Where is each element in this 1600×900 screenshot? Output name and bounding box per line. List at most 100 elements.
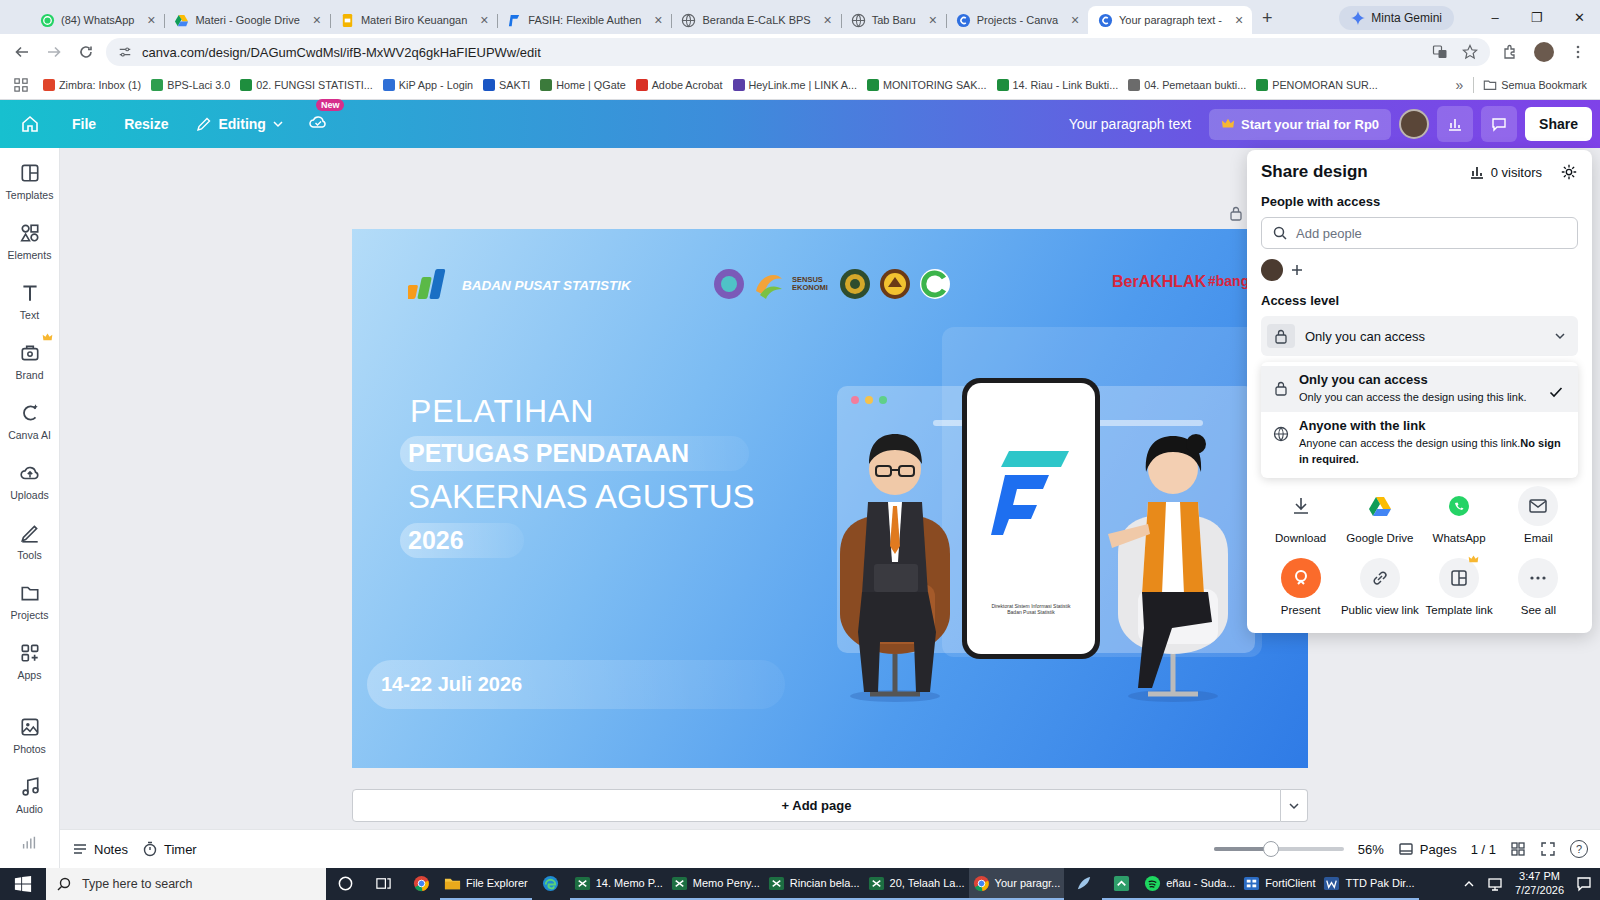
notes-button[interactable]: Notes bbox=[72, 841, 128, 857]
bookmark[interactable]: 14. Riau - Link Bukti... bbox=[992, 76, 1124, 94]
taskbar-app[interactable]: TTD Pak Dir... bbox=[1319, 868, 1418, 900]
access-option[interactable]: Anyone with the link Anyone can access t… bbox=[1261, 412, 1578, 474]
slide-title[interactable]: PETUGAS PENDATAANSAKERNAS AGUSTUS2026 bbox=[400, 436, 815, 558]
home-icon[interactable] bbox=[20, 114, 40, 134]
close-tab-button[interactable]: × bbox=[821, 12, 835, 28]
window-control-button[interactable]: – bbox=[1474, 0, 1516, 34]
trial-button[interactable]: Start your trial for Rp0 bbox=[1209, 109, 1391, 140]
taskbar-app[interactable]: FortiClient bbox=[1239, 868, 1319, 900]
menu-button[interactable]: File bbox=[62, 110, 106, 138]
browser-tab[interactable]: Beranda E-CaLK BPS × bbox=[671, 6, 840, 34]
network-icon[interactable] bbox=[1487, 876, 1503, 892]
bookmark[interactable]: BPS-Laci 3.0 bbox=[146, 76, 235, 94]
lock-icon[interactable] bbox=[1228, 205, 1244, 221]
reload-icon[interactable] bbox=[74, 40, 98, 64]
visitors-button[interactable]: 0 visitors bbox=[1469, 164, 1542, 180]
add-collaborator-button[interactable] bbox=[1287, 260, 1307, 280]
menu-button[interactable]: Resize bbox=[114, 110, 178, 138]
chevron-up-icon[interactable] bbox=[1463, 878, 1475, 890]
share-action[interactable]: Public view link bbox=[1340, 558, 1419, 618]
close-tab-button[interactable]: × bbox=[926, 12, 940, 28]
taskbar-search[interactable]: Type here to search bbox=[46, 868, 326, 900]
browser-tab[interactable]: Tab Baru × bbox=[841, 6, 946, 34]
bookmark[interactable]: KiP App - Login bbox=[378, 76, 478, 94]
design-slide[interactable]: BADAN PUSAT STATISTIK SENSUS EKONOMI Ber… bbox=[352, 229, 1308, 768]
bookmark-star-icon[interactable] bbox=[1462, 44, 1478, 60]
more-bookmarks-button[interactable]: » bbox=[1449, 77, 1469, 93]
close-tab-button[interactable]: × bbox=[1068, 12, 1082, 28]
profile-avatar[interactable] bbox=[1534, 42, 1554, 62]
browser-tab[interactable]: (84) WhatsApp × bbox=[30, 6, 164, 34]
taskbar-app[interactable] bbox=[364, 868, 402, 900]
insights-button[interactable] bbox=[1437, 106, 1473, 142]
sidebar-item[interactable]: Photos bbox=[0, 716, 60, 776]
clock[interactable]: 3:47 PM7/27/2026 bbox=[1515, 870, 1564, 898]
bookmark[interactable]: PENOMORAN SUR... bbox=[1251, 76, 1383, 94]
add-page-button[interactable]: + Add page bbox=[352, 789, 1281, 822]
gear-icon[interactable] bbox=[1560, 163, 1578, 181]
forward-arrow-icon[interactable] bbox=[42, 40, 66, 64]
add-people-field[interactable]: Add people bbox=[1261, 217, 1578, 249]
browser-tab[interactable]: Materi Biro Keuangan × bbox=[330, 6, 497, 34]
usage-chart-icon[interactable] bbox=[20, 834, 38, 852]
taskbar-app[interactable] bbox=[1064, 868, 1102, 900]
browser-tab[interactable]: Projects - Canva × bbox=[946, 6, 1088, 34]
close-tab-button[interactable]: × bbox=[144, 12, 158, 28]
notification-icon[interactable] bbox=[1576, 876, 1592, 892]
bookmark[interactable]: 04. Pemetaan bukti... bbox=[1123, 76, 1251, 94]
access-level-dropdown[interactable]: Only you can access bbox=[1261, 316, 1578, 356]
slide-kicker[interactable]: PELATIHAN bbox=[410, 393, 594, 430]
bookmark[interactable]: HeyLink.me | LINK A... bbox=[728, 76, 862, 94]
taskbar-app[interactable] bbox=[532, 868, 570, 900]
taskbar-app[interactable]: File Explorer bbox=[440, 868, 532, 900]
share-action[interactable]: WhatsApp bbox=[1420, 486, 1499, 546]
taskbar-app[interactable] bbox=[402, 868, 440, 900]
pages-button[interactable]: Pages bbox=[1398, 841, 1457, 857]
fullscreen-icon[interactable] bbox=[1540, 841, 1556, 857]
sidebar-item[interactable]: Tools bbox=[0, 522, 60, 582]
taskbar-app[interactable]: Rincian bela... bbox=[764, 868, 864, 900]
site-settings-icon[interactable] bbox=[118, 45, 132, 59]
close-tab-button[interactable]: × bbox=[310, 12, 324, 28]
share-action[interactable]: Download bbox=[1261, 486, 1340, 546]
title-line[interactable]: 2026 bbox=[400, 523, 524, 558]
close-tab-button[interactable]: × bbox=[651, 12, 665, 28]
help-button[interactable]: ? bbox=[1570, 840, 1588, 858]
bookmark[interactable]: Adobe Acrobat bbox=[631, 76, 728, 94]
all-bookmarks-button[interactable]: Semua Bookmark bbox=[1478, 75, 1592, 95]
taskbar-app[interactable]: eñau - Suda... bbox=[1140, 868, 1239, 900]
new-tab-button[interactable]: + bbox=[1252, 8, 1283, 34]
url-field[interactable]: canva.com/design/DAGumCwdMsl/ifB-MxWV2q6… bbox=[106, 38, 1490, 66]
bookmark[interactable]: SAKTI bbox=[478, 76, 535, 94]
back-arrow-icon[interactable] bbox=[10, 40, 34, 64]
apps-grid-icon[interactable] bbox=[8, 78, 34, 92]
document-title[interactable]: Your paragraph text bbox=[1069, 116, 1191, 132]
taskbar-app[interactable]: Your paragr... bbox=[969, 868, 1065, 900]
browser-tab[interactable]: FASIH: Flexible Authen × bbox=[497, 6, 671, 34]
window-control-button[interactable]: ❐ bbox=[1516, 0, 1558, 34]
bookmark[interactable]: Home | QGate bbox=[535, 76, 630, 94]
timer-button[interactable]: Timer bbox=[142, 841, 197, 857]
close-tab-button[interactable]: × bbox=[477, 12, 491, 28]
bookmark[interactable]: MONITORING SAK... bbox=[862, 76, 992, 94]
share-button[interactable]: Share bbox=[1525, 107, 1592, 141]
sidebar-item[interactable]: Audio bbox=[0, 776, 60, 836]
share-action[interactable]: Email bbox=[1499, 486, 1578, 546]
bookmark[interactable]: Zimbra: Inbox (1) bbox=[38, 76, 146, 94]
bookmark[interactable]: 02. FUNGSI STATISTI... bbox=[235, 76, 378, 94]
zoom-level[interactable]: 56% bbox=[1358, 842, 1384, 857]
browser-tab[interactable]: Your paragraph text - × bbox=[1088, 6, 1252, 34]
grid-view-icon[interactable] bbox=[1510, 841, 1526, 857]
user-avatar[interactable] bbox=[1399, 109, 1429, 139]
gemini-button[interactable]: Minta Gemini bbox=[1339, 6, 1454, 30]
window-control-button[interactable]: ✕ bbox=[1558, 0, 1600, 34]
translate-icon[interactable] bbox=[1432, 44, 1448, 60]
taskbar-app[interactable] bbox=[326, 868, 364, 900]
zoom-slider[interactable] bbox=[1214, 847, 1344, 851]
comments-button[interactable] bbox=[1481, 106, 1517, 142]
share-action[interactable]: See all bbox=[1499, 558, 1578, 618]
share-action[interactable]: Google Drive bbox=[1340, 486, 1419, 546]
extensions-icon[interactable] bbox=[1498, 40, 1522, 64]
sidebar-item[interactable]: Text bbox=[0, 282, 60, 342]
browser-tab[interactable]: Materi - Google Drive × bbox=[164, 6, 330, 34]
